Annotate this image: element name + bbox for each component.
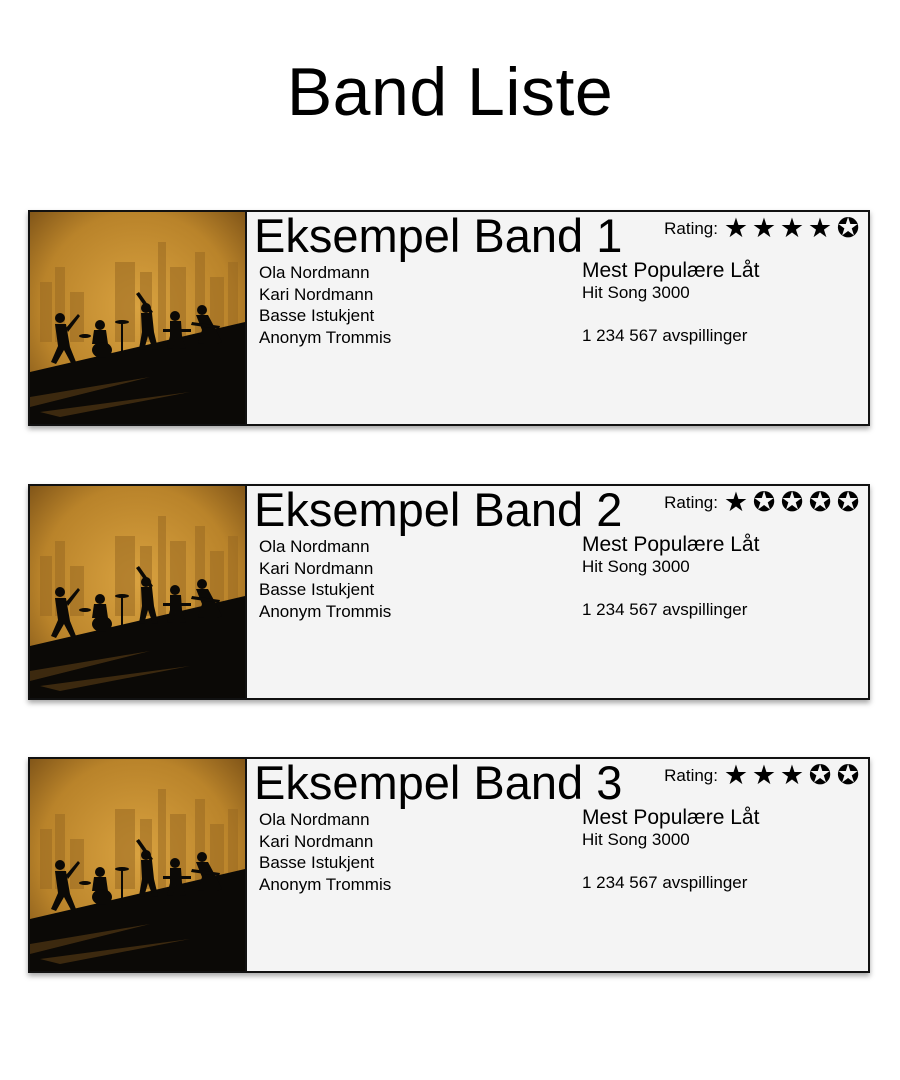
band-name: Eksempel Band 2: [254, 484, 623, 536]
member-name: Basse Istukjent: [259, 306, 375, 325]
band-name: Eksempel Band 3: [254, 757, 623, 809]
popular-song-title[interactable]: Hit Song 3000: [582, 830, 852, 850]
band-card-3[interactable]: Eksempel Band 3 Rating: ★ ★ ★ ✪ ✪ Ola Nordma…: [28, 757, 870, 973]
play-count: 1 234 567 avspillinger: [582, 326, 748, 345]
rating-label: Rating:: [664, 493, 718, 512]
rating-label: Rating:: [664, 219, 718, 238]
member-name: Ola Nordmann: [259, 263, 370, 282]
page-title: Band Liste: [286, 54, 614, 130]
star-filled-icon[interactable]: ★: [778, 761, 806, 791]
band-image: [30, 759, 247, 971]
band-card-1[interactable]: Eksempel Band 1 Rating: ★ ★ ★ ★ ✪ Ola Nordma…: [28, 210, 870, 426]
star-filled-icon[interactable]: ★: [750, 761, 778, 791]
member-name: Basse Istukjent: [259, 580, 375, 599]
star-outline-icon[interactable]: ✪: [806, 761, 834, 791]
popular-song-heading: Mest Populære Låt: [582, 259, 760, 282]
star-outline-icon[interactable]: ✪: [750, 488, 778, 518]
star-filled-icon[interactable]: ★: [722, 214, 750, 244]
star-outline-icon[interactable]: ✪: [778, 488, 806, 518]
band-name: Eksempel Band 1: [254, 210, 623, 262]
popular-song-title[interactable]: Hit Song 3000: [582, 283, 852, 303]
star-filled-icon[interactable]: ★: [722, 761, 750, 791]
star-filled-icon[interactable]: ★: [722, 488, 750, 518]
popular-song-heading: Mest Populære Låt: [582, 806, 760, 829]
member-name: Anonym Trommis: [259, 601, 392, 621]
star-outline-icon[interactable]: ✪: [834, 488, 862, 518]
popular-song-title[interactable]: Hit Song 3000: [582, 557, 852, 577]
band-image: [30, 486, 247, 698]
star-filled-icon[interactable]: ★: [806, 214, 834, 244]
rating: Rating: ★ ★ ★ ✪ ✪: [664, 761, 862, 791]
star-outline-icon[interactable]: ✪: [834, 761, 862, 791]
star-filled-icon[interactable]: ★: [778, 214, 806, 244]
member-name: Ola Nordmann: [259, 537, 370, 556]
member-name: Kari Nordmann: [259, 558, 374, 578]
popular-song-section: Mest Populære Låt Hit Song 3000 1 234 56…: [582, 259, 852, 346]
member-name: Basse Istukjent: [259, 853, 375, 872]
member-list: Ola Nordmann Kari Nordmann Basse Istukje…: [259, 536, 391, 622]
band-card-2[interactable]: Eksempel Band 2 Rating: ★ ✪ ✪ ✪ ✪ Ola Nordma…: [28, 484, 870, 700]
rating-stars: ★ ★ ★ ★ ✪: [722, 214, 862, 244]
rating-stars: ★ ★ ★ ✪ ✪: [722, 761, 862, 791]
play-count: 1 234 567 avspillinger: [582, 873, 748, 892]
star-outline-icon[interactable]: ✪: [806, 488, 834, 518]
rating: Rating: ★ ✪ ✪ ✪ ✪: [664, 488, 862, 518]
member-name: Ola Nordmann: [259, 810, 370, 829]
play-count: 1 234 567 avspillinger: [582, 600, 748, 619]
popular-song-heading: Mest Populære Låt: [582, 533, 760, 556]
rating-label: Rating:: [664, 766, 718, 785]
rating-stars: ★ ✪ ✪ ✪ ✪: [722, 488, 862, 518]
band-image: [30, 212, 247, 424]
member-name: Kari Nordmann: [259, 284, 374, 304]
member-list: Ola Nordmann Kari Nordmann Basse Istukje…: [259, 262, 391, 348]
member-list: Ola Nordmann Kari Nordmann Basse Istukje…: [259, 809, 391, 895]
star-filled-icon[interactable]: ★: [750, 214, 778, 244]
member-name: Kari Nordmann: [259, 831, 374, 851]
member-name: Anonym Trommis: [259, 327, 392, 347]
member-name: Anonym Trommis: [259, 874, 392, 894]
star-outline-icon[interactable]: ✪: [834, 214, 862, 244]
rating: Rating: ★ ★ ★ ★ ✪: [664, 214, 862, 244]
popular-song-section: Mest Populære Låt Hit Song 3000 1 234 56…: [582, 533, 852, 620]
popular-song-section: Mest Populære Låt Hit Song 3000 1 234 56…: [582, 806, 852, 893]
